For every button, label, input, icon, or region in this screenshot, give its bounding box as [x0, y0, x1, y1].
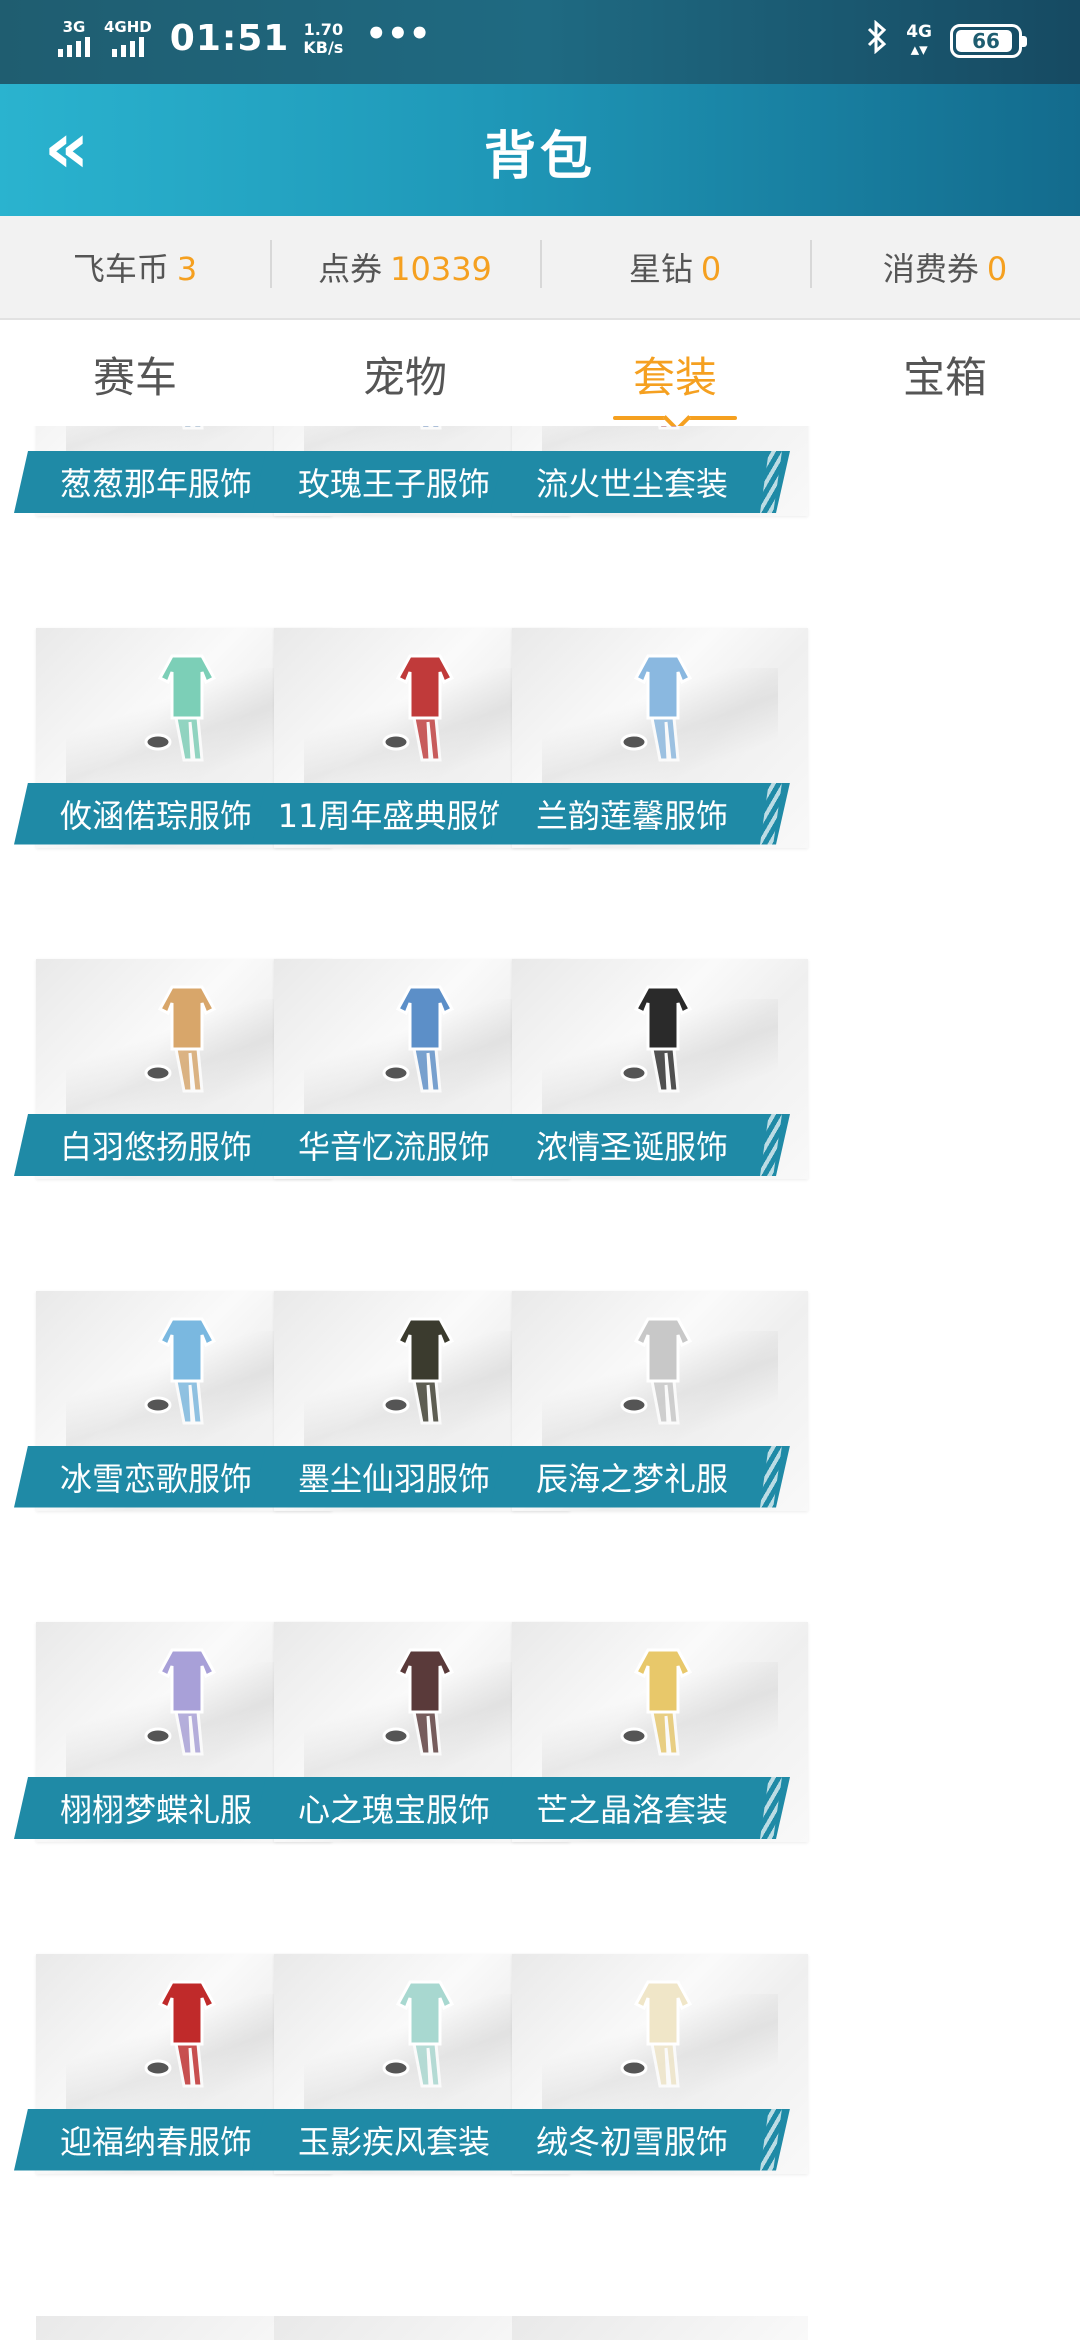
outfit-name-banner: 辰海之梦礼服	[490, 1446, 790, 1508]
outfit-icon	[144, 1648, 217, 1756]
outfit-name-banner: 浓情圣诞服饰	[490, 1114, 790, 1176]
currency-dianquan: 点券 10339	[270, 240, 540, 290]
network-speed: 1.70 KB/s	[303, 19, 344, 57]
outfit-icon	[620, 654, 693, 761]
outfit-name-banner: 绒冬初雪服饰	[490, 2109, 790, 2171]
page-title: 背包	[483, 127, 596, 187]
outfit-name: 栩栩梦蝶礼服	[59, 1791, 252, 1829]
tab-outfits[interactable]: 套装	[540, 320, 810, 426]
status-time: 01:51	[169, 18, 290, 59]
title-bar: « 背包	[0, 84, 1080, 216]
outfit-card[interactable]: 辰海之梦礼服	[490, 1290, 808, 1516]
outfit-name: 芒之晶洛套装	[535, 1791, 728, 1829]
network-4g-icon: 4G ▴▾	[906, 22, 932, 60]
outfit-card-partial[interactable]	[512, 2316, 808, 2340]
outfit-icon	[382, 1980, 455, 2087]
outfit-card[interactable]: 绒冬初雪服饰	[490, 1953, 808, 2179]
outfit-name: 墨尘仙羽服饰	[297, 1459, 490, 1498]
outfit-name: 浓情圣诞服饰	[535, 1128, 728, 1166]
outfit-name: 辰海之梦礼服	[535, 1459, 728, 1498]
outfit-name: 心之瑰宝服饰	[297, 1791, 490, 1829]
outfit-card[interactable]: 浓情圣诞服饰	[490, 959, 808, 1184]
outfit-name: 迎福纳春服饰	[59, 2122, 252, 2161]
status-bar: 3G 4GHD 01:51 1.70 KB/s ••• 4G ▴▾ 66	[0, 0, 1080, 84]
more-notifications-icon: •••	[365, 13, 431, 54]
outfit-card[interactable]: 流火世尘套装	[490, 426, 808, 521]
tab-chests[interactable]: 宝箱	[810, 320, 1080, 426]
category-tabs: 赛车 宠物 套装 宝箱	[0, 320, 1080, 426]
outfit-icon	[182, 426, 204, 430]
outfit-name-banner: 流火世尘套装	[490, 451, 790, 513]
currency-xingzuan: 星钻 0	[540, 240, 810, 290]
outfit-name: 葱葱那年服饰	[59, 465, 252, 503]
outfit-name: 华音忆流服饰	[297, 1128, 490, 1166]
outfit-icon	[382, 1317, 455, 1424]
outfit-name: 攸涵偌琮服饰	[59, 796, 252, 835]
outfit-icon	[620, 1648, 693, 1756]
outfit-icon	[620, 1317, 693, 1424]
bluetooth-icon	[866, 19, 888, 62]
outfit-name: 玉影疾风套装	[297, 2122, 490, 2161]
currency-xiaofeiquan: 消费券 0	[810, 240, 1080, 290]
outfit-name: 冰雪恋歌服饰	[59, 1459, 252, 1498]
outfit-grid: 葱葱那年服饰 玫瑰王子服饰 流火世尘套装 攸涵偌琮服饰 11周年盛典服饰 兰韵莲馨服饰 白羽…	[0, 426, 1080, 2340]
currency-feichebi: 飞车币 3	[72, 250, 198, 288]
signal-3g-icon: 3G	[58, 20, 90, 57]
outfit-icon	[382, 985, 455, 1093]
outfit-icon	[144, 654, 217, 761]
outfit-card[interactable]: 芒之晶洛套装	[490, 1622, 808, 1847]
outfit-name-banner: 芒之晶洛套装	[490, 1777, 790, 1839]
outfit-icon	[658, 426, 680, 430]
outfit-name: 兰韵莲馨服饰	[535, 796, 728, 835]
outfit-card[interactable]: 兰韵莲馨服饰	[490, 627, 808, 853]
outfit-icon	[620, 985, 693, 1093]
outfit-icon	[382, 654, 455, 761]
outfit-icon	[144, 985, 217, 1093]
outfit-name: 玫瑰王子服饰	[297, 465, 490, 503]
outfit-icon	[420, 426, 442, 430]
outfit-icon	[144, 1980, 217, 2087]
battery-icon: 66	[950, 24, 1027, 58]
active-tab-indicator	[613, 416, 737, 422]
outfit-icon	[382, 1648, 455, 1756]
outfit-icon	[144, 1317, 217, 1424]
tab-pets[interactable]: 宠物	[270, 320, 540, 426]
signal-4g-icon: 4GHD	[104, 20, 152, 57]
outfit-icon	[620, 1980, 693, 2087]
currency-bar: 飞车币 3 点券 10339 星钻 0 消费券 0	[0, 216, 1080, 320]
outfit-name: 白羽悠扬服饰	[59, 1128, 252, 1166]
outfit-name: 绒冬初雪服饰	[535, 2122, 728, 2161]
outfit-name: 流火世尘套装	[535, 465, 728, 503]
tab-cars[interactable]: 赛车	[0, 320, 270, 426]
outfit-name-banner: 兰韵莲馨服饰	[490, 783, 790, 845]
